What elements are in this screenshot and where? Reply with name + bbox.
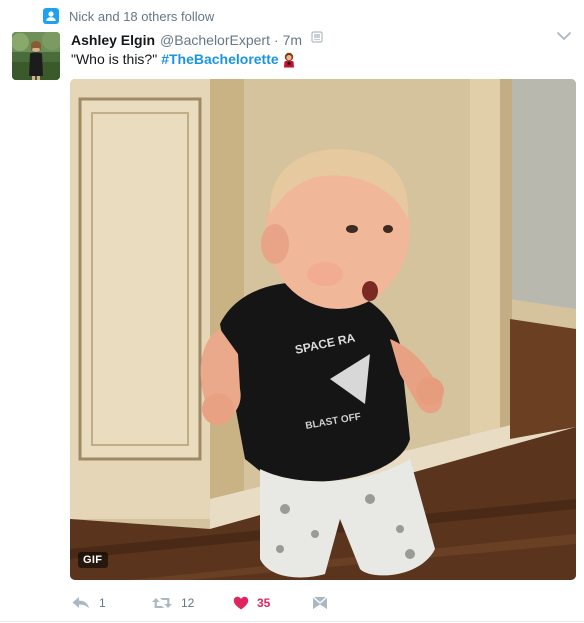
separator-dot: · <box>273 32 279 48</box>
retweet-count: 12 <box>181 596 195 610</box>
tweet-actions: 1 12 35 <box>71 594 328 612</box>
tweet-divider <box>0 621 584 622</box>
retweet-button[interactable]: 12 <box>151 596 233 610</box>
follow-person-icon <box>43 8 59 24</box>
reply-icon <box>72 597 89 609</box>
tweet-quote-text: "Who is this?" <box>71 51 158 67</box>
like-button[interactable]: 35 <box>233 596 312 610</box>
heart-icon <box>233 596 249 610</box>
author-name[interactable]: Ashley Elgin <box>71 32 155 48</box>
timestamp[interactable]: 7m <box>283 32 302 48</box>
author-handle[interactable]: @BachelorExpert <box>160 32 270 48</box>
device-icon <box>311 31 323 43</box>
gif-image: SPACE RA BLAST OFF <box>70 79 576 580</box>
social-context: Nick and 18 others follow <box>43 6 214 26</box>
tweet-text: "Who is this?" #TheBachelorette <box>71 50 296 69</box>
retweet-icon <box>152 598 172 608</box>
social-context-text[interactable]: Nick and 18 others follow <box>69 9 214 24</box>
direct-message-button[interactable] <box>312 596 328 610</box>
tweet-header: Ashley Elgin @BachelorExpert · 7m <box>71 30 544 50</box>
reply-count: 1 <box>99 596 106 610</box>
reply-button[interactable]: 1 <box>71 596 151 610</box>
chevron-down-icon[interactable] <box>554 26 574 46</box>
gif-badge: GIF <box>78 552 109 568</box>
avatar-image <box>12 32 60 80</box>
envelope-icon <box>312 596 328 609</box>
gif-media[interactable]: SPACE RA BLAST OFF GIF <box>70 79 576 580</box>
like-count: 35 <box>257 596 271 610</box>
hashtag-link[interactable]: #TheBachelorette <box>161 50 278 69</box>
bachelorette-emoji-icon <box>283 52 294 67</box>
avatar[interactable] <box>12 32 60 80</box>
